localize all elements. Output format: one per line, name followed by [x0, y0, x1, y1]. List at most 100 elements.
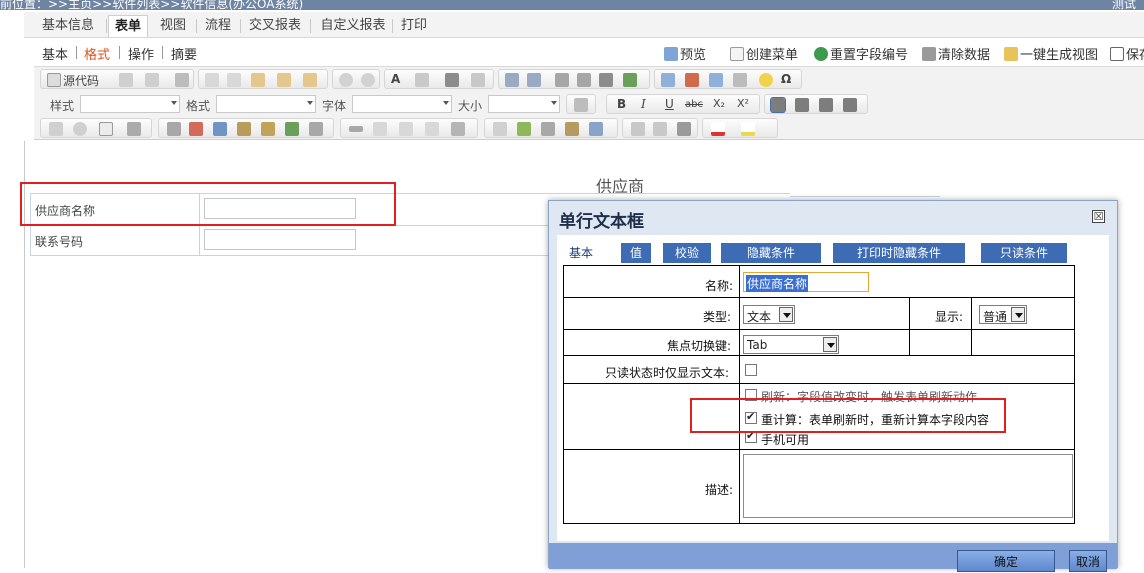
- dialog-tab-validation[interactable]: 校验: [663, 243, 711, 263]
- smiley-icon[interactable]: [759, 73, 773, 87]
- subtab-summary[interactable]: 摘要: [171, 44, 197, 63]
- flash-icon[interactable]: [685, 73, 699, 87]
- attachment-field-icon[interactable]: [541, 122, 555, 136]
- paste-word-icon[interactable]: [303, 73, 317, 87]
- redo-icon[interactable]: [361, 73, 375, 87]
- italic-button[interactable]: I: [641, 97, 646, 111]
- sign-field-icon[interactable]: [565, 122, 579, 136]
- group-field-icon[interactable]: [261, 122, 275, 136]
- tab-form[interactable]: 表单: [108, 15, 148, 37]
- bullet-list-icon[interactable]: [527, 73, 541, 87]
- list-field-icon[interactable]: [167, 122, 181, 136]
- size-select[interactable]: [488, 95, 560, 113]
- form-field-icon[interactable]: [309, 122, 323, 136]
- pencil-icon[interactable]: [493, 122, 507, 136]
- date-field-icon[interactable]: [189, 122, 203, 136]
- preview-button[interactable]: 预览: [664, 44, 706, 63]
- dialog-tab-readonly-condition[interactable]: 只读条件: [981, 243, 1067, 263]
- bold-button[interactable]: B: [617, 97, 626, 111]
- close-icon[interactable]: ☒: [1092, 210, 1105, 223]
- department-field-icon[interactable]: [237, 122, 251, 136]
- indent-icon[interactable]: [577, 73, 591, 87]
- clear-data-button[interactable]: 清除数据: [922, 44, 990, 63]
- dialog-tab-basic[interactable]: 基本: [561, 243, 601, 263]
- tab-basic-info[interactable]: 基本信息: [32, 15, 104, 37]
- find-icon[interactable]: A: [391, 72, 400, 86]
- align-right-icon[interactable]: [819, 98, 833, 112]
- user-field-icon[interactable]: [213, 122, 227, 136]
- ok-button[interactable]: 确定: [957, 550, 1055, 572]
- include-field-icon[interactable]: [425, 122, 439, 136]
- numbered-list-icon[interactable]: [505, 73, 519, 87]
- image-icon[interactable]: [661, 73, 675, 87]
- source-code-button[interactable]: 源代码: [63, 72, 99, 89]
- readonly-text-checkbox[interactable]: [745, 364, 757, 376]
- tab-print[interactable]: 打印: [396, 15, 432, 37]
- replace-icon[interactable]: [415, 73, 429, 87]
- paste-text-icon[interactable]: [277, 73, 291, 87]
- generate-view-button[interactable]: 一键生成视图: [1004, 44, 1098, 63]
- separator-field-icon[interactable]: [349, 126, 363, 132]
- outdent-icon[interactable]: [555, 73, 569, 87]
- subtab-action[interactable]: 操作: [128, 44, 154, 63]
- image-upload-icon[interactable]: [589, 122, 603, 136]
- preview-doc-icon[interactable]: [145, 73, 159, 87]
- underline-button[interactable]: U: [665, 97, 674, 111]
- maximize-icon[interactable]: [574, 98, 588, 112]
- superscript-button[interactable]: X²: [737, 97, 749, 110]
- focus-key-select[interactable]: Tab: [743, 335, 839, 354]
- strikethrough-button[interactable]: abc: [685, 99, 703, 110]
- copy-icon[interactable]: [227, 73, 241, 87]
- align-left-icon[interactable]: [770, 97, 786, 113]
- tab-workflow[interactable]: 流程: [198, 15, 238, 37]
- create-menu-button[interactable]: 创建菜单: [730, 44, 798, 63]
- horizontal-rule-icon[interactable]: [733, 73, 747, 87]
- paste-icon[interactable]: [251, 73, 265, 87]
- type-select[interactable]: 文本: [743, 305, 795, 324]
- table-icon[interactable]: [709, 73, 723, 87]
- copy-field-icon[interactable]: [373, 122, 387, 136]
- anchor-icon[interactable]: [677, 122, 691, 136]
- save-button[interactable]: 保存: [1110, 44, 1144, 63]
- dialog-tab-print-hide-condition[interactable]: 打印时隐藏条件: [833, 243, 965, 263]
- user-name[interactable]: 测试: [1112, 0, 1136, 10]
- display-select[interactable]: 普通: [979, 305, 1027, 324]
- text-color-icon[interactable]: [711, 122, 725, 136]
- tab-cross-report[interactable]: 交叉报表: [242, 15, 308, 37]
- format-select[interactable]: [216, 95, 316, 113]
- name-input[interactable]: 供应商名称: [743, 272, 869, 292]
- checkbox-field-icon[interactable]: [49, 122, 63, 136]
- style-select[interactable]: [80, 95, 180, 113]
- unlink-icon[interactable]: [653, 122, 667, 136]
- new-page-icon[interactable]: [119, 73, 133, 87]
- textarea-field-icon[interactable]: [127, 122, 141, 136]
- undo-icon[interactable]: [339, 73, 353, 87]
- blockquote-icon[interactable]: [599, 73, 613, 87]
- background-color-icon[interactable]: [741, 122, 755, 136]
- font-select[interactable]: [352, 95, 452, 113]
- radio-field-icon[interactable]: [73, 122, 87, 136]
- tab-view[interactable]: 视图: [152, 15, 194, 37]
- description-textarea[interactable]: [743, 454, 1073, 518]
- cancel-button[interactable]: 取消: [1069, 550, 1107, 572]
- align-justify-icon[interactable]: [843, 98, 857, 112]
- align-center-icon[interactable]: [795, 98, 809, 112]
- link-direction-icon[interactable]: [623, 73, 637, 87]
- contact-number-input[interactable]: [204, 229, 356, 250]
- subscript-button[interactable]: X₂: [713, 97, 725, 110]
- link-icon[interactable]: [631, 122, 645, 136]
- subtab-basic[interactable]: 基本: [42, 44, 68, 63]
- button-field-icon[interactable]: [399, 122, 413, 136]
- picture-field-icon[interactable]: [517, 122, 531, 136]
- view-field-icon[interactable]: [451, 122, 465, 136]
- dialog-tab-value[interactable]: 值: [621, 243, 651, 263]
- remove-format-icon[interactable]: [471, 73, 485, 87]
- subtab-format[interactable]: 格式: [84, 44, 110, 63]
- dialog-tab-hide-condition[interactable]: 隐藏条件: [721, 243, 821, 263]
- cut-icon[interactable]: [205, 73, 219, 87]
- text-field-icon[interactable]: [99, 122, 113, 136]
- select-all-icon[interactable]: [445, 73, 459, 87]
- tab-custom-report[interactable]: 自定义报表: [314, 15, 392, 37]
- template-icon[interactable]: [175, 73, 189, 87]
- tree-field-icon[interactable]: [285, 122, 299, 136]
